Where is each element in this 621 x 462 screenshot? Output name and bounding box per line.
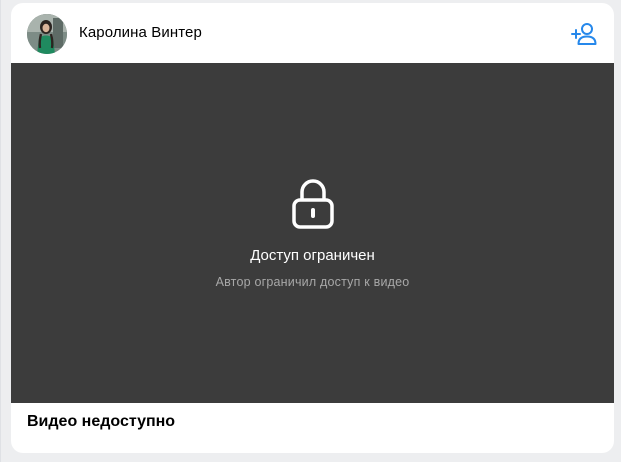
author-avatar[interactable]	[27, 14, 67, 54]
access-restricted-subtitle: Автор ограничил доступ к видео	[215, 275, 410, 289]
add-user-icon	[571, 23, 597, 45]
video-post-card: Каролина Винтер Доступ ограничен Автор о…	[11, 3, 614, 453]
add-friend-button[interactable]	[571, 22, 599, 46]
video-title: Видео недоступно	[27, 413, 176, 430]
avatar-photo-icon	[27, 14, 67, 54]
access-restricted-title: Доступ ограничен	[250, 247, 375, 264]
lock-icon	[292, 179, 334, 229]
author-name[interactable]: Каролина Винтер	[79, 24, 202, 41]
post-header: Каролина Винтер	[11, 3, 614, 63]
video-player-area[interactable]: Доступ ограничен Автор ограничил доступ …	[11, 63, 614, 403]
left-divider	[0, 0, 1, 462]
